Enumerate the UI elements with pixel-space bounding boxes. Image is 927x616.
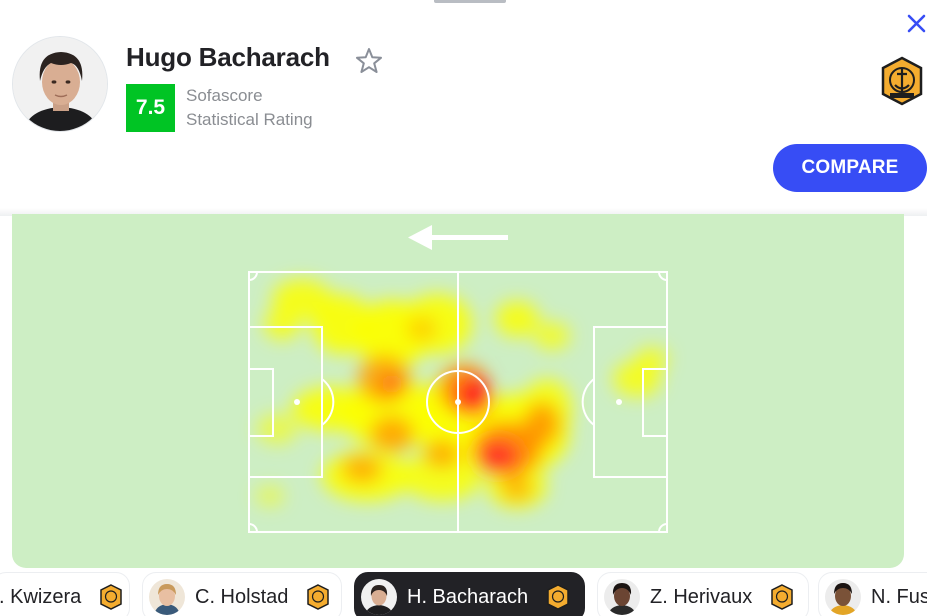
rating-badge: 7.5 bbox=[126, 84, 175, 132]
player-name: Hugo Bacharach bbox=[126, 42, 330, 72]
heatmap-layer bbox=[256, 279, 668, 508]
player-chip-fus[interactable]: N. Fus bbox=[818, 572, 927, 616]
compare-button[interactable]: COMPARE bbox=[773, 144, 927, 192]
player-chip-name: H. Bacharach bbox=[407, 585, 529, 608]
player-chip-bacharach[interactable]: H. Bacharach bbox=[354, 572, 585, 616]
player-chip-avatar bbox=[361, 579, 397, 615]
team-crest-icon bbox=[100, 584, 122, 610]
player-chip-holstad[interactable]: C. Holstad bbox=[142, 572, 342, 616]
rating-source-label: Sofascore bbox=[186, 86, 263, 105]
drag-handle[interactable] bbox=[434, 0, 506, 3]
player-chip-name: . Kwizera bbox=[0, 585, 82, 608]
close-icon[interactable] bbox=[902, 6, 927, 36]
player-chip-name: Z. Herivaux bbox=[650, 585, 753, 608]
heatmap-panel bbox=[12, 214, 904, 568]
player-chip-name: N. Fus bbox=[871, 585, 927, 608]
arrow-left-icon bbox=[408, 225, 508, 250]
heatmap-pitch bbox=[248, 225, 668, 533]
star-outline-icon[interactable] bbox=[354, 46, 384, 76]
team-crest-icon bbox=[547, 584, 569, 610]
team-crest-icon bbox=[771, 584, 793, 610]
player-chip-kwizera[interactable]: . Kwizera bbox=[0, 572, 130, 616]
team-crest-icon bbox=[307, 584, 330, 610]
player-chip-avatar bbox=[604, 579, 640, 615]
player-chip-herivaux[interactable]: Z. Herivaux bbox=[597, 572, 809, 616]
player-avatar bbox=[12, 36, 108, 132]
player-chip-name: C. Holstad bbox=[195, 585, 289, 608]
player-chip-avatar bbox=[149, 579, 185, 615]
player-chip-avatar bbox=[825, 579, 861, 615]
rating-type-label: Statistical Rating bbox=[186, 110, 313, 129]
team-crest-icon bbox=[881, 56, 923, 106]
player-heatmap-modal: Hugo Bacharach 7.5 Sofascore Statistical… bbox=[0, 0, 927, 616]
